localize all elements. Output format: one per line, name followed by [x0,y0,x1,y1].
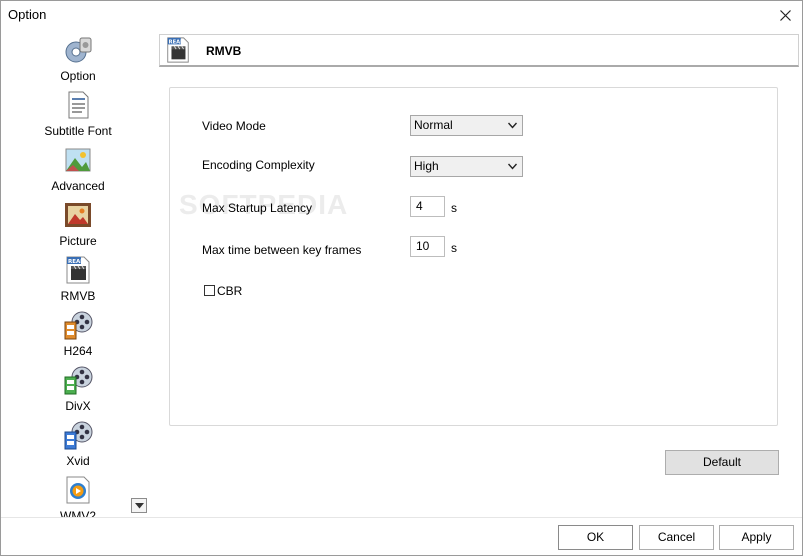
video-mode-select[interactable]: Normal [410,115,523,136]
max-keyframe-interval-input[interactable]: 10 [410,236,445,257]
sidebar-item-picture[interactable]: Picture [23,200,133,252]
close-icon [779,9,791,21]
max-startup-latency-unit: s [451,201,457,215]
max-startup-latency-input[interactable]: 4 [410,196,445,217]
sidebar-item-option[interactable]: Option [23,35,133,87]
window-title: Option [8,7,47,22]
film-reel-icon [64,366,93,395]
document-icon [68,91,89,119]
chevron-down-icon [134,502,144,508]
sidebar-item-label: Option [60,69,96,83]
close-button[interactable] [774,5,796,25]
sidebar-item-xvid[interactable]: Xvid [23,420,133,472]
sidebar-item-label: Xvid [66,454,90,468]
default-button[interactable]: Default [665,450,779,475]
sidebar-item-wmv2[interactable]: WMV2 [23,475,133,517]
sidebar-item-label: Picture [59,234,97,248]
video-mode-label: Video Mode [202,119,266,133]
option-dialog: Option Option Subtitle Font Advanced Pic… [0,0,803,556]
cbr-checkbox[interactable] [204,285,215,296]
sidebar-item-rmvb[interactable]: REAL RMVB [23,255,133,307]
sidebar-item-h264[interactable]: H264 [23,310,133,362]
option-gear-icon [65,37,92,63]
settings-group: Video Mode Normal Encoding Complexity Hi… [169,87,778,426]
max-startup-latency-label: Max Startup Latency [202,201,313,215]
max-keyframe-interval-unit: s [451,241,457,255]
film-reel-icon [64,421,93,450]
apply-button[interactable]: Apply [719,525,794,550]
cbr-label[interactable]: CBR [217,284,242,298]
sidebar-item-label: Advanced [51,179,105,193]
sidebar-item-subtitle-font[interactable]: Subtitle Font [23,90,133,142]
chevron-down-icon [508,122,517,129]
encoding-complexity-label: Encoding Complexity [202,158,315,172]
real-clapper-icon: REAL [167,37,189,63]
wmv-icon [66,476,90,504]
chevron-down-icon [508,163,517,170]
sidebar-item-label: H264 [63,344,93,358]
sidebar-item-label: DivX [65,399,91,413]
max-keyframe-interval-label: Max time between key frames [202,243,362,257]
encoding-complexity-select[interactable]: High [410,156,523,177]
ok-button[interactable]: OK [558,525,633,550]
film-reel-icon [64,311,93,340]
real-clapper-icon: REAL [66,256,90,284]
cancel-button[interactable]: Cancel [639,525,714,550]
sidebar-scroll-down-button[interactable] [131,498,147,513]
panel-title: RMVB [206,44,242,58]
real-badge: REAL [169,39,184,45]
sidebar-item-label: WMV2 [60,509,96,517]
picture-icon [65,203,91,227]
encoding-complexity-value: High [414,159,439,173]
landscape-icon [65,148,91,172]
footer-divider [1,517,802,518]
svg-text:REAL: REAL [68,259,84,265]
sidebar-item-label: RMVB [60,289,96,303]
video-mode-value: Normal [414,118,453,132]
sidebar-item-label: Subtitle Font [44,124,112,138]
panel-header: REAL RMVB [159,34,799,67]
sidebar-item-divx[interactable]: DivX [23,365,133,417]
sidebar-item-advanced[interactable]: Advanced [23,145,133,197]
sidebar: Option Subtitle Font Advanced Picture RE… [1,31,156,517]
title-bar: Option [1,1,802,31]
